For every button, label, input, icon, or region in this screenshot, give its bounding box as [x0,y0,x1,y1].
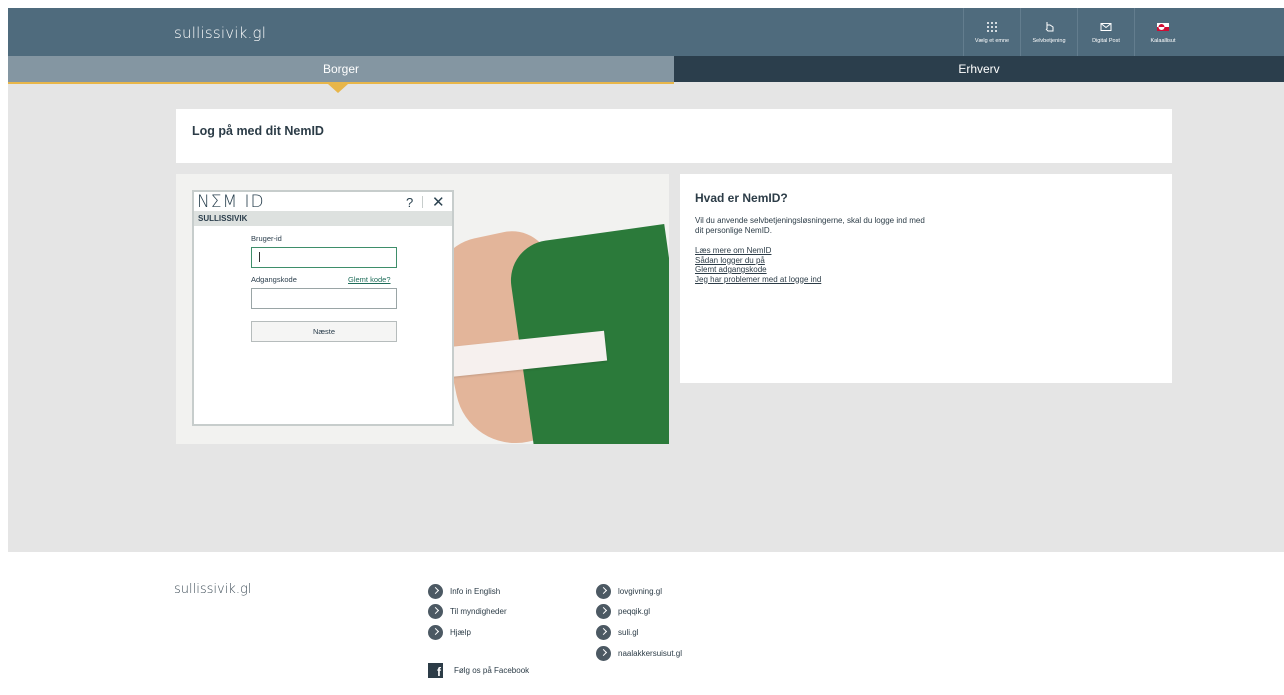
footer-link-lovgivning[interactable]: lovgivning.gl [596,584,662,599]
top-header: sullissivik.gl Vælg et emne Selvbetjenin… [8,8,1284,56]
page-frame: sullissivik.gl Vælg et emne Selvbetjenin… [8,8,1284,695]
page-title: Log på med dit NemID [192,124,324,138]
login-panel: NΣM ID ? ✕ SULLISSIVIK Bruger-id Adgangs… [176,174,669,444]
header-divider [422,196,423,208]
link-read-more[interactable]: Læs mere om NemID [695,246,821,256]
footer-link-label: Info in English [450,587,501,596]
nemid-header: NΣM ID ? ✕ [194,192,452,212]
mail-icon [1100,23,1112,31]
page-title-box: Log på med dit NemID [176,109,1172,163]
footer: sullissivik.gl Info in English Til myndi… [8,552,1284,695]
user-id-label: Bruger-id [251,234,282,243]
footer-link-label: Hjælp [450,628,471,637]
footer-logo[interactable]: sullissivik.gl [174,582,251,597]
header-toolbar: Vælg et emne Selvbetjening Digital Post [963,8,1191,56]
arrow-circle-icon [428,625,443,640]
footer-link-label: suli.gl [618,628,639,637]
tool-label: Selvbetjening [1032,38,1066,44]
info-text: Vil du anvende selvbetjeningsløsningerne… [695,216,925,235]
footer-link-label: Til myndigheder [450,607,507,616]
arrow-circle-icon [428,584,443,599]
tab-borger[interactable]: Borger [8,56,674,82]
footer-link-help[interactable]: Hjælp [428,625,471,640]
password-input[interactable] [251,288,397,309]
service-provider-name: SULLISSIVIK [194,211,452,226]
password-label: Adgangskode [251,275,297,284]
footer-link-peqqik[interactable]: peqqik.gl [596,604,650,619]
digital-post-button[interactable]: Digital Post [1077,8,1134,56]
arrow-circle-icon [596,604,611,619]
arrow-circle-icon [596,646,611,661]
next-button[interactable]: Næste [251,321,397,342]
footer-link-label: lovgivning.gl [618,587,663,596]
arrow-circle-icon [596,625,611,640]
footer-link-label: naalakkersuisut.gl [618,649,683,658]
footer-link-info-english[interactable]: Info in English [428,584,500,599]
footer-link-suli[interactable]: suli.gl [596,625,638,640]
tab-erhverv[interactable]: Erhverv [674,56,1284,82]
site-logo[interactable]: sullissivik.gl [174,24,266,42]
nemid-logo: NΣM ID [197,192,265,212]
tool-label: Digital Post [1092,38,1120,44]
main-nav: Borger Erhverv [8,56,1284,82]
user-id-input[interactable] [251,247,397,268]
footer-link-label: Følg os på Facebook [454,666,530,675]
greenland-flag-icon [1157,23,1169,31]
info-title: Hvad er NemID? [695,191,788,205]
footer-link-facebook[interactable]: f Følg os på Facebook [428,663,529,678]
choose-topic-button[interactable]: Vælg et emne [963,8,1020,56]
tool-label: Kalaallisut [1150,38,1176,44]
text-cursor [259,252,260,262]
tool-label: Vælg et emne [974,38,1010,44]
self-service-button[interactable]: Selvbetjening [1020,8,1077,56]
footer-link-naalakkersuisut[interactable]: naalakkersuisut.gl [596,646,682,661]
nemid-login-box: NΣM ID ? ✕ SULLISSIVIK Bruger-id Adgangs… [192,190,454,426]
link-forgot-password[interactable]: Glemt adgangskode [695,265,821,275]
footer-link-authorities[interactable]: Til myndigheder [428,604,507,619]
active-tab-caret [328,84,348,93]
language-kalaallisut-button[interactable]: Kalaallisut [1134,8,1191,56]
close-icon[interactable]: ✕ [432,193,445,211]
nemid-info-panel: Hvad er NemID? Vil du anvende selvbetjen… [680,174,1172,383]
link-how-to-login[interactable]: Sådan logger du på [695,256,821,266]
help-icon[interactable]: ? [406,195,413,210]
arrow-circle-icon [428,604,443,619]
grid-icon [987,22,997,32]
arrow-circle-icon [596,584,611,599]
footer-link-label: peqqik.gl [618,607,651,616]
hand-pointer-icon [1045,22,1054,32]
forgot-password-link[interactable]: Glemt kode? [348,275,391,284]
info-links: Læs mere om NemID Sådan logger du på Gle… [695,246,821,284]
facebook-icon: f [428,663,443,678]
link-login-problems[interactable]: Jeg har problemer med at logge ind [695,275,821,285]
